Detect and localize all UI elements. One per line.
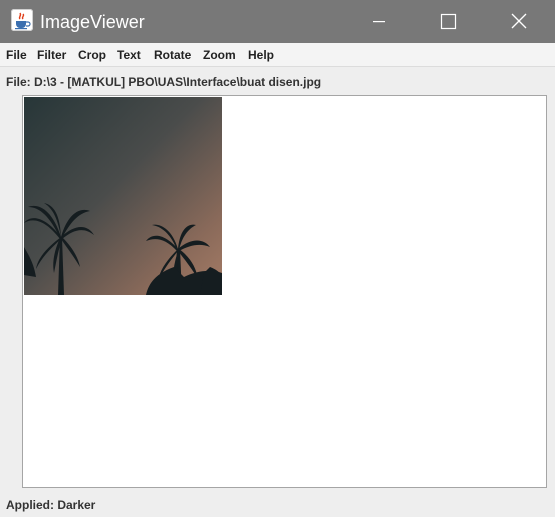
menu-filter[interactable]: Filter [37, 47, 66, 63]
close-icon [511, 13, 527, 29]
menu-bar: File Filter Crop Text Rotate Zoom Help [0, 43, 555, 67]
minimize-button[interactable] [356, 0, 402, 43]
menu-rotate[interactable]: Rotate [154, 47, 191, 63]
status-label: Applied: Darker [6, 498, 96, 512]
close-button[interactable] [496, 0, 542, 43]
menu-help[interactable]: Help [248, 47, 274, 63]
maximize-icon [440, 13, 457, 30]
java-cup-icon[interactable] [11, 9, 33, 31]
menu-crop[interactable]: Crop [78, 47, 106, 63]
loaded-image [24, 97, 222, 295]
menu-text[interactable]: Text [117, 47, 141, 63]
minimize-icon [373, 21, 385, 23]
image-viewer-window: ImageViewer File Filter Crop Text Rotate… [0, 0, 555, 517]
window-title: ImageViewer [40, 12, 145, 32]
menu-zoom[interactable]: Zoom [203, 47, 236, 63]
image-canvas[interactable] [22, 95, 547, 488]
menu-file[interactable]: File [6, 47, 27, 63]
maximize-button[interactable] [425, 0, 471, 43]
title-bar[interactable]: ImageViewer [0, 0, 555, 43]
file-path-label: File: D:\3 - [MATKUL] PBO\UAS\Interface\… [6, 75, 322, 89]
